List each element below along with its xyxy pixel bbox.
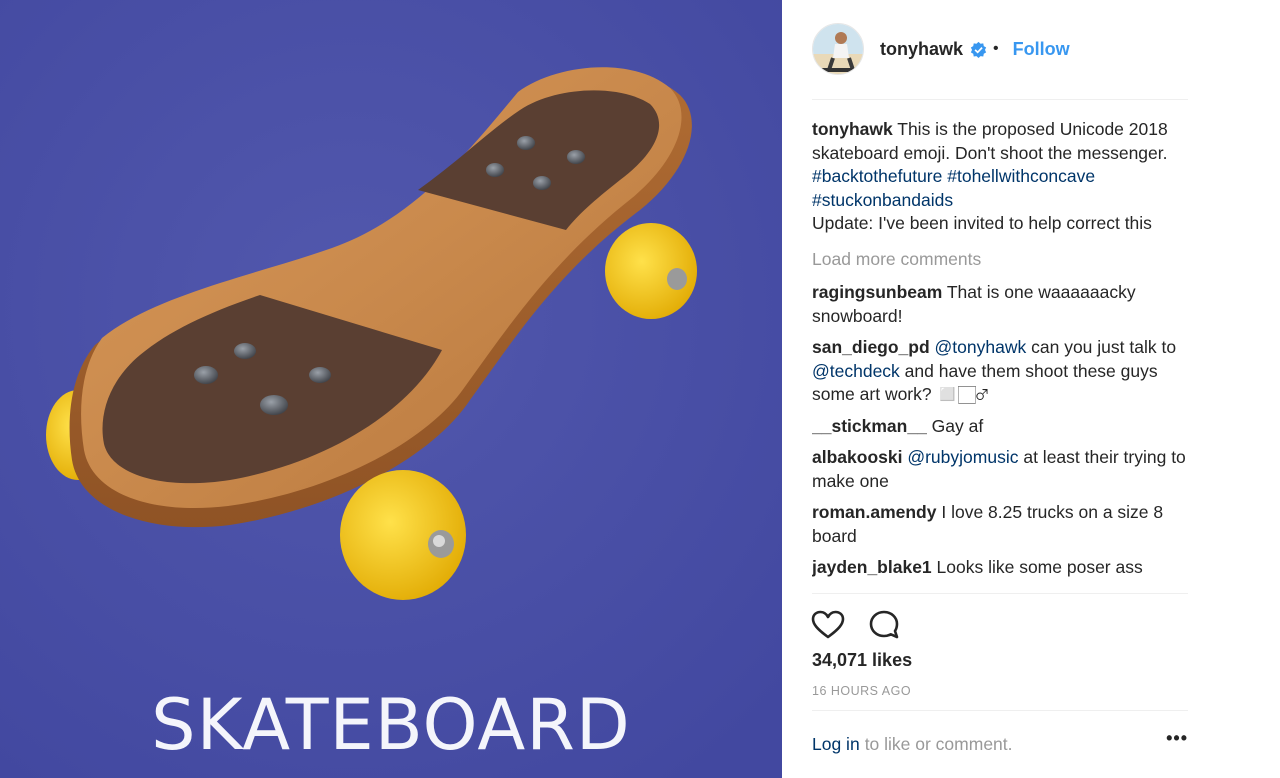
hashtag-tohellwithconcave[interactable]: #tohellwithconcave [947, 166, 1095, 186]
likes-count[interactable]: 34,071 likes [812, 650, 912, 671]
post-image[interactable]: SKATEBOARD [0, 0, 782, 778]
hashtag-stuckonbandaids[interactable]: #stuckonbandaids [812, 190, 953, 210]
profile-photo-icon [813, 24, 863, 74]
comment-username[interactable]: albakooski [812, 447, 902, 467]
post-header: tonyhawk • Follow [812, 20, 1188, 78]
post-actions [810, 608, 902, 642]
wheel-back-right [605, 223, 697, 319]
header-divider [812, 99, 1188, 100]
more-options-button[interactable]: ••• [1166, 728, 1188, 749]
like-button[interactable] [810, 608, 846, 642]
comment-button[interactable] [866, 608, 902, 642]
author-username[interactable]: tonyhawk [880, 39, 963, 60]
comment-text: Gay af [926, 415, 984, 436]
post-sidebar: tonyhawk • Follow tonyhawk This is the p… [782, 0, 1280, 778]
avatar[interactable] [812, 23, 864, 75]
mention-techdeck[interactable]: @techdeck [812, 361, 900, 381]
comments-divider [812, 593, 1188, 594]
skateboard-emoji-illustration [0, 0, 782, 778]
comment-item: jayden_blake1 Looks like some poser ass [812, 556, 1188, 580]
mention-rubyjomusic[interactable]: @rubyjomusic [907, 447, 1018, 467]
follow-button[interactable]: Follow [1013, 39, 1070, 60]
heart-icon [811, 610, 845, 639]
comment-item: __stickman__ Gay af [812, 415, 1188, 439]
login-prompt: Log in to like or comment. ••• [812, 728, 1188, 755]
load-more-comments-button[interactable]: Load more comments [812, 248, 1188, 272]
comment-username[interactable]: ragingsunbeam [812, 282, 942, 302]
comment-item: albakooski @rubyjomusic at least their t… [812, 446, 1188, 493]
separator-dot: • [993, 40, 999, 57]
hashtag-backtothefuture[interactable]: #backtothefuture [812, 166, 942, 186]
comment-item: san_diego_pd @tonyhawk can you just talk… [812, 336, 1188, 407]
emoji-title-text: SKATEBOARD [151, 684, 631, 766]
comment-text: can you just talk to [1026, 337, 1177, 357]
comment-item: ragingsunbeam That is one waaaaaacky sno… [812, 281, 1188, 328]
comments-list[interactable]: tonyhawk This is the proposed Unicode 20… [812, 118, 1188, 595]
comment-bubble-icon [869, 610, 899, 639]
verified-badge-icon [970, 41, 987, 58]
mention-tonyhawk[interactable]: @tonyhawk [935, 337, 1027, 357]
caption-update-text: Update: I've been invited to help correc… [812, 213, 1152, 233]
login-prompt-text: to like or comment. [864, 734, 1013, 754]
comment-item: roman.amendy I love 8.25 trucks on a siz… [812, 501, 1188, 548]
post-timestamp: 16 HOURS AGO [812, 684, 912, 698]
footer-divider [812, 710, 1188, 711]
caption-username[interactable]: tonyhawk [812, 119, 893, 139]
wheel-front [340, 470, 466, 600]
comment-username[interactable]: jayden_blake1 [812, 557, 932, 577]
comment-username[interactable]: san_diego_pd [812, 337, 930, 357]
comment-username[interactable]: __stickman__ [812, 416, 927, 436]
post-caption: tonyhawk This is the proposed Unicode 20… [812, 118, 1188, 236]
comment-text: Looks like some poser ass [931, 557, 1143, 577]
comment-username[interactable]: roman.amendy [812, 502, 936, 522]
login-link[interactable]: Log in [812, 734, 860, 755]
